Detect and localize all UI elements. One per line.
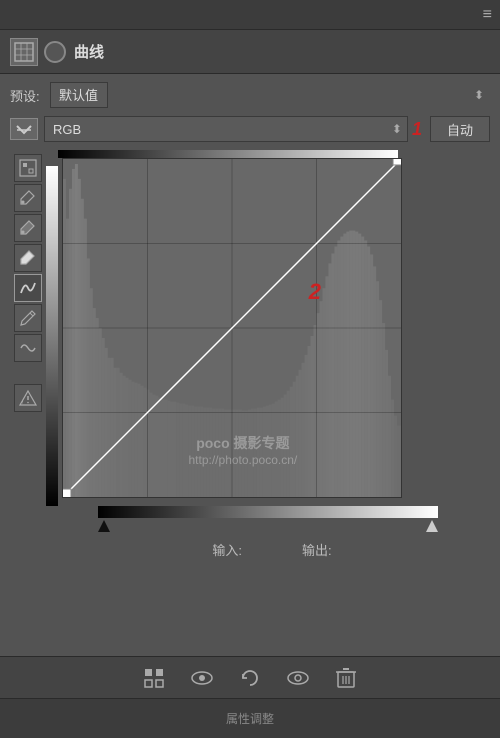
eyedropper-gray-tool[interactable]	[14, 214, 42, 242]
point-select-tool[interactable]	[14, 154, 42, 182]
input-item: 输入:	[212, 540, 242, 561]
target-adjustment-button[interactable]	[138, 662, 170, 694]
panel-menu-icon[interactable]: ≡	[483, 6, 492, 24]
panel-title: 曲线	[74, 41, 104, 62]
warning-tool[interactable]: !	[14, 384, 42, 412]
eyedropper-black-tool[interactable]	[14, 184, 42, 212]
curve-outer: !	[10, 150, 490, 532]
channel-select[interactable]: RGB	[44, 116, 408, 142]
output-item: 输出:	[302, 540, 332, 561]
visibility-button[interactable]	[282, 662, 314, 694]
pencil-tool[interactable]	[14, 304, 42, 332]
panel-area: 预设: 默认值 RGB 1 自动	[0, 82, 500, 561]
footer: 属性调整	[0, 698, 500, 738]
eye-button[interactable]	[186, 662, 218, 694]
preset-label: 预设:	[10, 86, 42, 105]
input-label: 输入:	[212, 540, 242, 559]
curve-line-svg[interactable]	[63, 159, 401, 497]
black-point[interactable]	[98, 520, 110, 532]
output-label: 输出:	[302, 540, 332, 559]
reset-button[interactable]	[234, 662, 266, 694]
channel-number-label: 1	[412, 119, 422, 140]
panel-header: 曲线	[0, 30, 500, 74]
bottom-gradient-bar	[98, 506, 438, 518]
smooth-tool[interactable]	[14, 334, 42, 362]
bottom-gradient-wrapper	[46, 506, 438, 518]
left-toolbar: !	[10, 150, 46, 412]
io-row: 输入: 输出:	[54, 540, 490, 561]
curve-section: 2 poco 摄影专题 http://photo.poco.cn/	[46, 150, 438, 532]
channel-select-wrapper: RGB	[44, 116, 408, 142]
svg-text:!: !	[22, 400, 23, 406]
preset-select[interactable]: 默认值	[50, 82, 108, 108]
curve-container[interactable]: 2 poco 摄影专题 http://photo.poco.cn/	[62, 158, 402, 498]
curves-grid-icon	[10, 38, 38, 66]
left-gradient-bar	[46, 166, 58, 506]
footer-text: 属性调整	[226, 710, 274, 727]
channel-arrow-icon[interactable]	[10, 118, 38, 140]
bottom-toolbar	[0, 656, 500, 698]
white-point[interactable]	[426, 520, 438, 532]
preset-row: 预设: 默认值	[10, 82, 490, 108]
auto-button[interactable]: 自动	[430, 116, 490, 142]
curve-number-label: 2	[309, 279, 321, 305]
preset-select-wrapper: 默认值	[50, 82, 490, 108]
channel-row: RGB 1 自动	[10, 116, 490, 142]
curve-draw-tool[interactable]	[14, 274, 42, 302]
eyedropper-white-tool[interactable]	[14, 244, 42, 272]
point-row	[98, 520, 438, 532]
circle-icon	[44, 41, 66, 63]
delete-button[interactable]	[330, 662, 362, 694]
top-bar: ≡	[0, 0, 500, 30]
top-gradient-bar	[58, 150, 398, 158]
